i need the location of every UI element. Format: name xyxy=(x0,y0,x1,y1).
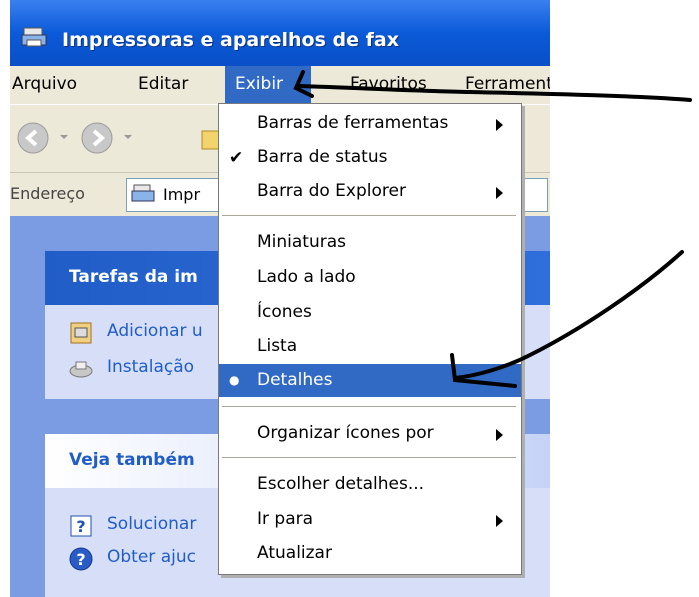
annotation-arrow-exibir xyxy=(293,70,692,102)
annotation-arrow-detalhes xyxy=(450,250,684,388)
annotation-arrows xyxy=(293,70,692,388)
